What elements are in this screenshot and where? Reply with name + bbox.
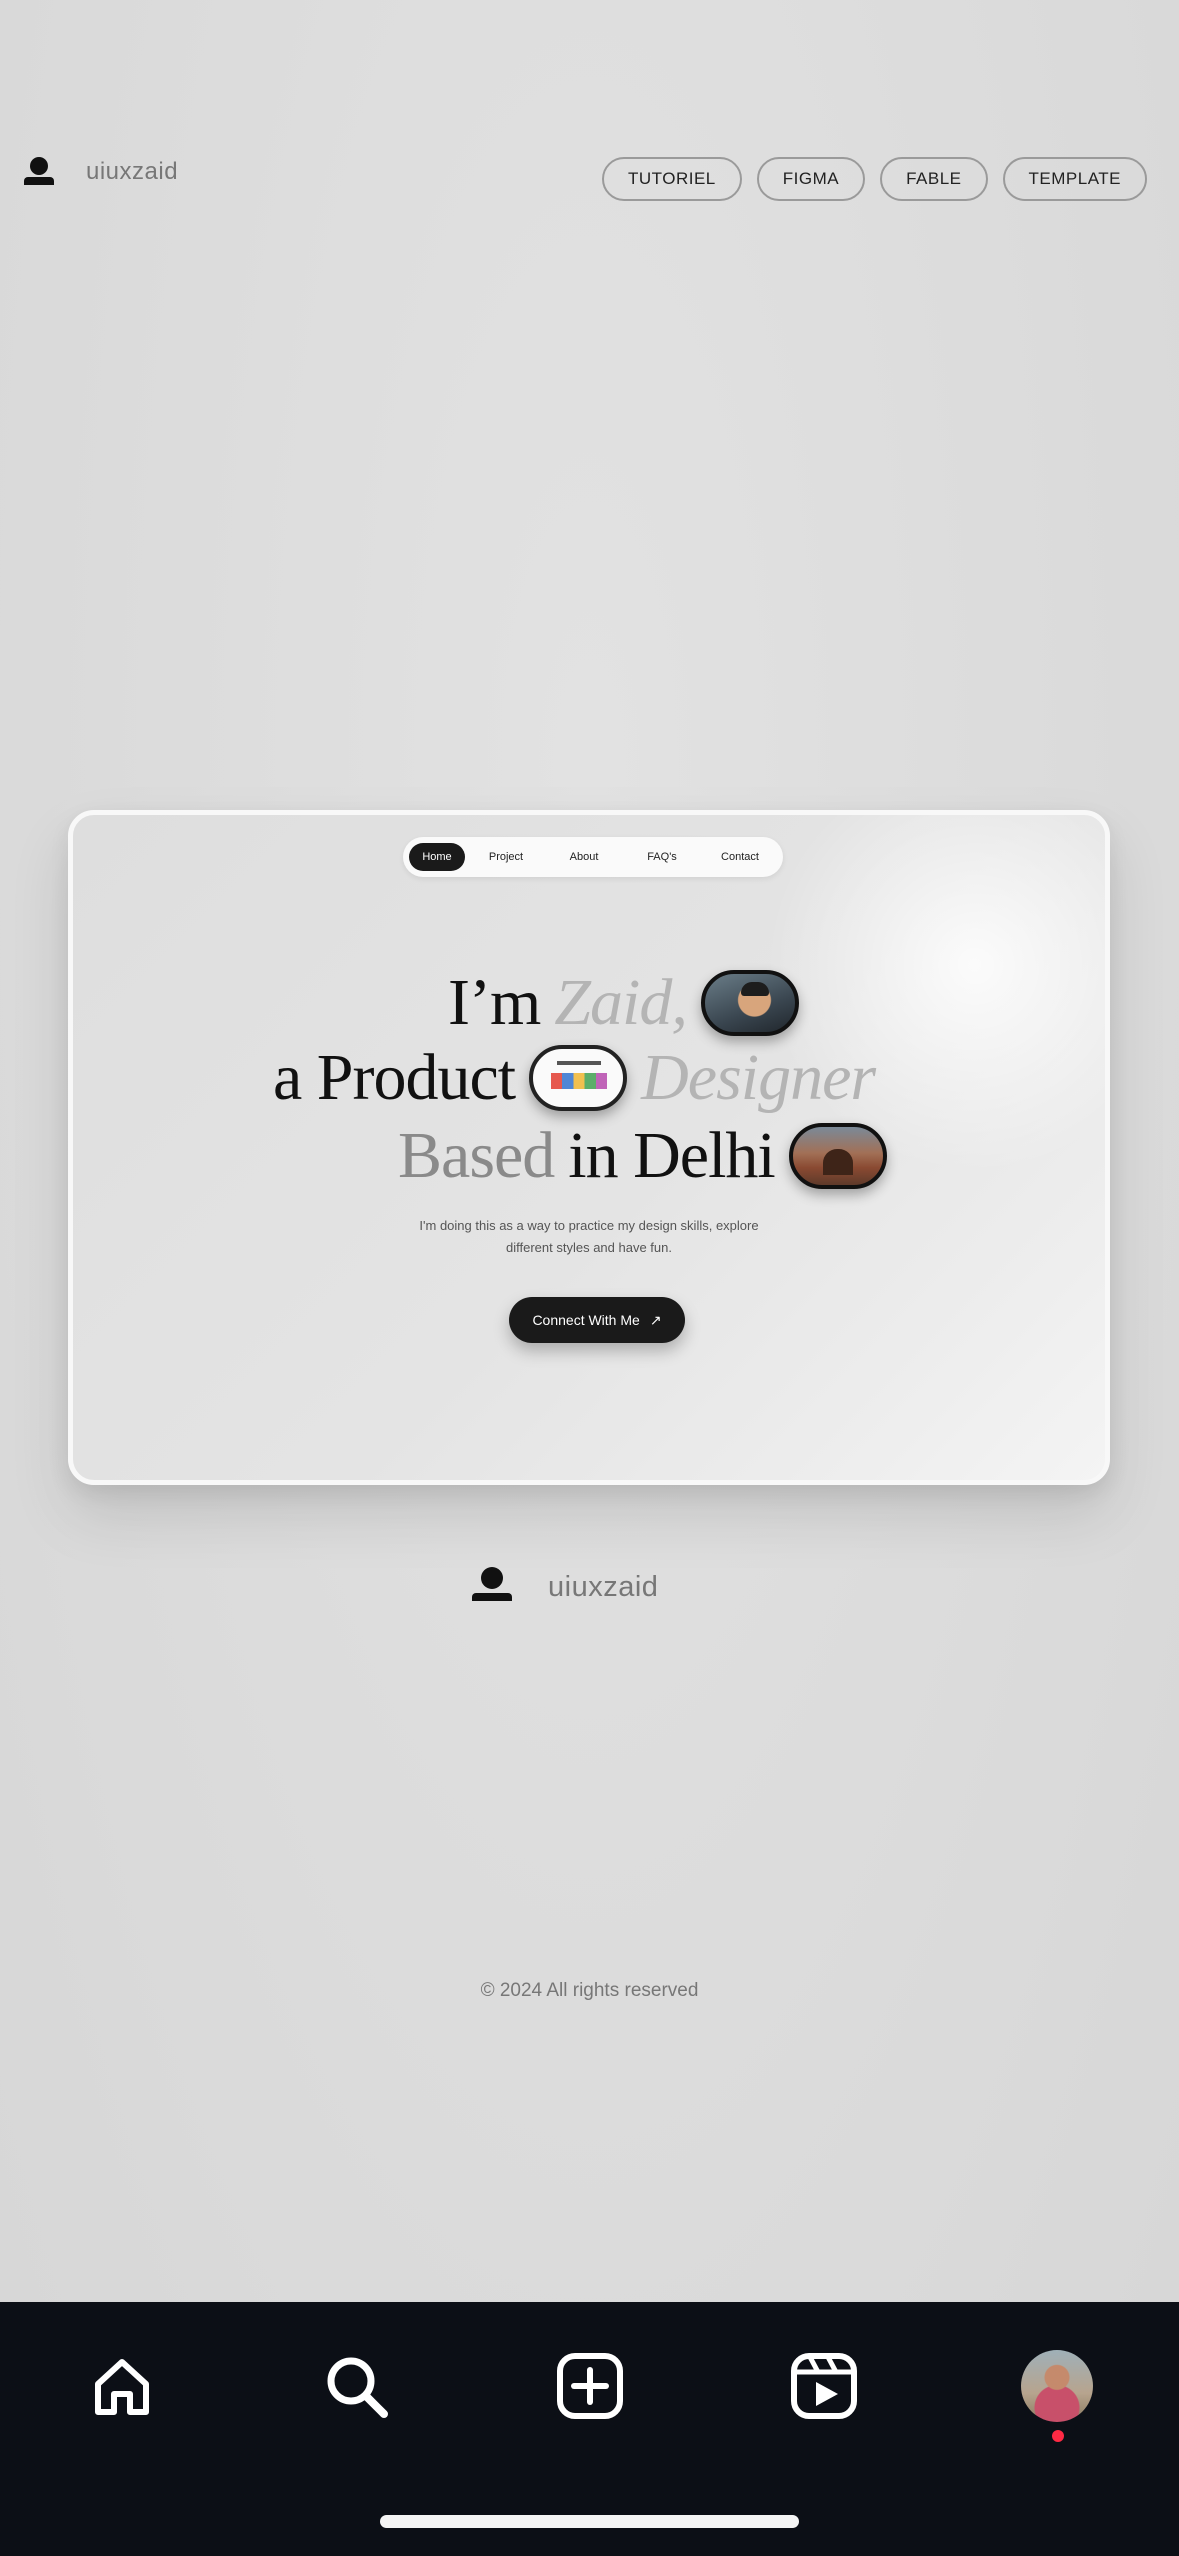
subtitle-line-1: I'm doing this as a way to practice my d… bbox=[419, 1218, 759, 1233]
nav-template-button[interactable]: TEMPLATE bbox=[1002, 157, 1147, 201]
portrait-thumbnail bbox=[700, 970, 799, 1036]
hero-location: in Delhi bbox=[568, 1119, 775, 1192]
home-indicator[interactable] bbox=[380, 2515, 799, 2528]
delhi-thumbnail bbox=[788, 1123, 887, 1189]
hero-heading: I’m Zaid, a Product Designer Based in De… bbox=[73, 815, 1105, 1480]
footer-brand-name: uiuxzaid bbox=[548, 1570, 659, 1603]
top-nav: TUTORIEL FIGMA FABLE TEMPLATE bbox=[601, 157, 1147, 201]
nav-figma-button[interactable]: FIGMA bbox=[756, 157, 866, 201]
hero-subtitle: I'm doing this as a way to practice my d… bbox=[73, 1215, 1105, 1259]
home-tab[interactable] bbox=[82, 2346, 162, 2426]
notification-dot bbox=[1052, 2430, 1064, 2442]
reels-icon bbox=[791, 2353, 857, 2419]
reels-tab[interactable] bbox=[784, 2346, 864, 2426]
project-thumbnail bbox=[529, 1045, 628, 1111]
hero-role: Designer bbox=[641, 1041, 876, 1114]
brand-name: uiuxzaid bbox=[86, 158, 179, 185]
hero-text: I’m bbox=[448, 966, 541, 1039]
profile-avatar bbox=[1021, 2350, 1093, 2422]
person-icon bbox=[470, 1565, 514, 1609]
website-preview-card[interactable]: Home Project About FAQ's Contact I’m Zai… bbox=[68, 810, 1110, 1485]
subtitle-line-2: different styles and have fun. bbox=[506, 1240, 672, 1255]
hero-text: Based bbox=[398, 1119, 555, 1192]
nav-tutoriel-button[interactable]: TUTORIEL bbox=[601, 157, 742, 201]
hero-line-2: a Product Designer bbox=[273, 1041, 876, 1114]
hero-name: Zaid, bbox=[554, 966, 688, 1039]
hero-line-1: I’m Zaid, bbox=[448, 970, 813, 1036]
hero-text: a Product bbox=[273, 1041, 516, 1114]
footer-logo[interactable]: uiuxzaid bbox=[470, 1565, 658, 1609]
copyright-text: © 2024 All rights reserved bbox=[480, 1980, 699, 2001]
connect-label: Connect With Me bbox=[532, 1312, 640, 1328]
profile-tab[interactable] bbox=[1017, 2346, 1097, 2426]
person-icon bbox=[22, 155, 56, 189]
hero-line-3: Based in Delhi bbox=[398, 1123, 901, 1189]
screen: uiuxzaid TUTORIEL FIGMA FABLE TEMPLATE H… bbox=[0, 0, 1179, 2556]
arrow-up-right-icon: ↗ bbox=[649, 1311, 662, 1328]
home-icon bbox=[95, 2359, 149, 2415]
top-logo[interactable]: uiuxzaid bbox=[22, 155, 178, 189]
search-icon bbox=[327, 2357, 388, 2418]
create-icon bbox=[557, 2353, 623, 2419]
nav-fable-button[interactable]: FABLE bbox=[880, 157, 988, 201]
connect-button[interactable]: Connect With Me ↗ bbox=[509, 1297, 685, 1343]
create-tab[interactable] bbox=[550, 2346, 630, 2426]
search-tab[interactable] bbox=[316, 2346, 396, 2426]
